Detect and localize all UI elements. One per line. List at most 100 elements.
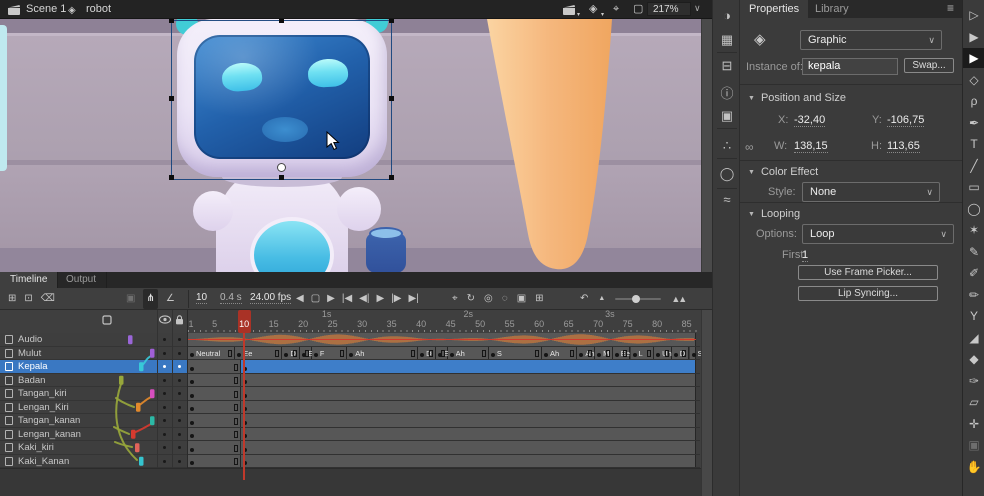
transformation-point[interactable] bbox=[277, 163, 286, 172]
frames-row-kaki_kiri[interactable] bbox=[188, 441, 700, 455]
frame-span[interactable]: Uh bbox=[654, 347, 672, 360]
stage-canvas[interactable] bbox=[0, 19, 712, 272]
lip-syncing-button[interactable]: Lip Syncing... bbox=[798, 286, 938, 301]
looping-options-select[interactable]: Loop ∨ bbox=[802, 224, 954, 244]
clip-content-button-icon[interactable]: ▢ bbox=[633, 3, 643, 16]
breadcrumb-scene[interactable]: Scene 1 bbox=[26, 0, 66, 19]
step-forward-one-frame-button[interactable]: |▶ bbox=[391, 289, 401, 309]
free-transform-tool[interactable]: ◇ bbox=[963, 70, 984, 90]
layer-lock-dot[interactable] bbox=[178, 419, 181, 422]
w-value[interactable]: 138,15 bbox=[794, 140, 828, 153]
frames-row-tangan_kanan[interactable] bbox=[188, 414, 700, 428]
frame-span[interactable] bbox=[241, 414, 696, 427]
align-panel-icon[interactable]: ⊟ bbox=[713, 58, 741, 74]
frame-span[interactable]: S bbox=[690, 347, 697, 360]
fluid-brush-tool[interactable]: ✏ bbox=[963, 285, 984, 305]
selection-handle[interactable] bbox=[279, 175, 284, 180]
edit-scene-dropdown-icon[interactable]: ▾ bbox=[577, 9, 580, 22]
frame-span[interactable] bbox=[188, 455, 241, 468]
step-back-button[interactable]: ◀ bbox=[296, 289, 304, 309]
layer-visibility-dot[interactable] bbox=[163, 433, 166, 436]
center-stage-button-icon[interactable]: ⌖ bbox=[613, 3, 619, 16]
step-forward-button[interactable]: ▶ bbox=[327, 289, 335, 309]
add-camera-button[interactable]: ▣ bbox=[126, 289, 135, 309]
layer-row-audio[interactable]: Audio bbox=[0, 333, 188, 347]
layer-visibility-dot[interactable] bbox=[163, 379, 166, 382]
tab-properties[interactable]: Properties bbox=[740, 0, 808, 18]
paint-bucket-tool[interactable]: ◢ bbox=[963, 328, 984, 348]
play-button[interactable]: ▶ bbox=[376, 289, 384, 309]
x-value[interactable]: -32,40 bbox=[794, 114, 825, 127]
current-frame-indicator[interactable]: ▢ bbox=[311, 289, 320, 309]
timeline-zoom-slider[interactable] bbox=[615, 298, 661, 300]
frame-span[interactable]: S bbox=[489, 347, 542, 360]
outline-column-icon[interactable] bbox=[102, 315, 112, 325]
frame-span[interactable]: Ah bbox=[542, 347, 577, 360]
frame-span[interactable] bbox=[241, 401, 696, 414]
onion-skin-button[interactable]: ◎ bbox=[484, 289, 493, 309]
selection-bounding-box[interactable] bbox=[171, 20, 392, 180]
swatches-panel-icon[interactable]: ▦ bbox=[713, 32, 741, 48]
zoom-in-frames-icon[interactable]: ▲▲ bbox=[671, 289, 685, 309]
color-style-select[interactable]: None ∨ bbox=[802, 182, 940, 202]
section-position-and-size[interactable]: ▼Position and Size bbox=[748, 92, 846, 104]
center-frame-button[interactable]: ⌖ bbox=[452, 289, 458, 309]
layer-lock-dot[interactable] bbox=[178, 379, 181, 382]
frame-span[interactable] bbox=[241, 455, 696, 468]
pen-tool[interactable]: ✒ bbox=[963, 113, 984, 133]
selection-handle[interactable] bbox=[389, 96, 394, 101]
frame-span[interactable] bbox=[241, 387, 696, 400]
layer-visibility-dot[interactable] bbox=[163, 419, 166, 422]
tab-timeline[interactable]: Timeline bbox=[0, 272, 58, 288]
frame-span[interactable]: Ee bbox=[300, 347, 312, 360]
frame-span[interactable] bbox=[188, 387, 241, 400]
frames-row-badan[interactable] bbox=[188, 374, 700, 388]
subselection-tool[interactable]: ▶ bbox=[963, 27, 984, 47]
section-looping[interactable]: ▼Looping bbox=[748, 208, 800, 220]
layer-row-lengan_kanan[interactable]: Lengan_kanan bbox=[0, 428, 188, 442]
line-tool[interactable]: ╱ bbox=[963, 156, 984, 176]
frames-row-lengan_kanan[interactable] bbox=[188, 428, 700, 442]
frame-span[interactable] bbox=[188, 428, 241, 441]
edit-symbols-dropdown-icon[interactable]: ▾ bbox=[601, 9, 604, 22]
layer-row-kaki_kanan[interactable]: Kaki_Kanan bbox=[0, 455, 188, 469]
layer-visibility-dot[interactable] bbox=[163, 406, 166, 409]
onion-skin-outlines-button[interactable]: ◌ bbox=[502, 289, 508, 309]
stage-zoom-select[interactable]: 217% bbox=[647, 2, 691, 16]
pin-tool[interactable]: ✛ bbox=[963, 414, 984, 434]
layer-visibility-dot[interactable] bbox=[163, 392, 166, 395]
frame-span[interactable] bbox=[188, 360, 241, 373]
frame-span[interactable] bbox=[188, 441, 241, 454]
frame-span[interactable]: Neutral bbox=[188, 347, 235, 360]
frame-span[interactable] bbox=[241, 374, 696, 387]
y-value[interactable]: -106,75 bbox=[887, 114, 924, 127]
layer-lock-dot[interactable] bbox=[178, 433, 181, 436]
playhead-line[interactable] bbox=[243, 333, 245, 480]
go-to-first-frame-button[interactable]: |◀ bbox=[342, 289, 352, 309]
frame-span[interactable] bbox=[188, 374, 241, 387]
color-panel-icon[interactable]: ◑ bbox=[713, 8, 741, 23]
layer-lock-dot[interactable] bbox=[178, 406, 181, 409]
frame-span[interactable]: D bbox=[282, 347, 300, 360]
hand-tool[interactable]: ✋ bbox=[963, 457, 984, 477]
selection-handle[interactable] bbox=[389, 19, 394, 23]
frames-row-tangan_kiri[interactable] bbox=[188, 387, 700, 401]
frame-span[interactable]: L bbox=[631, 347, 655, 360]
bone-tool[interactable]: Y bbox=[963, 306, 984, 326]
frames-row-kepala[interactable] bbox=[188, 360, 700, 374]
show-hide-column-icon[interactable] bbox=[159, 315, 171, 324]
layer-visibility-dot[interactable] bbox=[163, 338, 166, 341]
cc-libraries-panel-icon[interactable]: ◯ bbox=[713, 166, 741, 182]
brush-library-panel-icon[interactable]: ∴ bbox=[713, 138, 741, 154]
selection-handle[interactable] bbox=[169, 96, 174, 101]
frame-span[interactable] bbox=[188, 414, 241, 427]
graph-editor-button[interactable]: ∠ bbox=[166, 289, 175, 309]
show-parenting-view-button[interactable]: ⋔ bbox=[143, 289, 157, 309]
tab-library[interactable]: Library bbox=[806, 0, 858, 18]
frame-span[interactable] bbox=[241, 441, 696, 454]
modify-markers-button[interactable]: ⊞ bbox=[535, 289, 543, 309]
symbol-behavior-select[interactable]: Graphic ∨ bbox=[800, 30, 942, 50]
selection-handle[interactable] bbox=[169, 19, 174, 23]
frame-span[interactable]: F bbox=[312, 347, 347, 360]
first-frame-value[interactable]: 1 bbox=[802, 249, 808, 262]
